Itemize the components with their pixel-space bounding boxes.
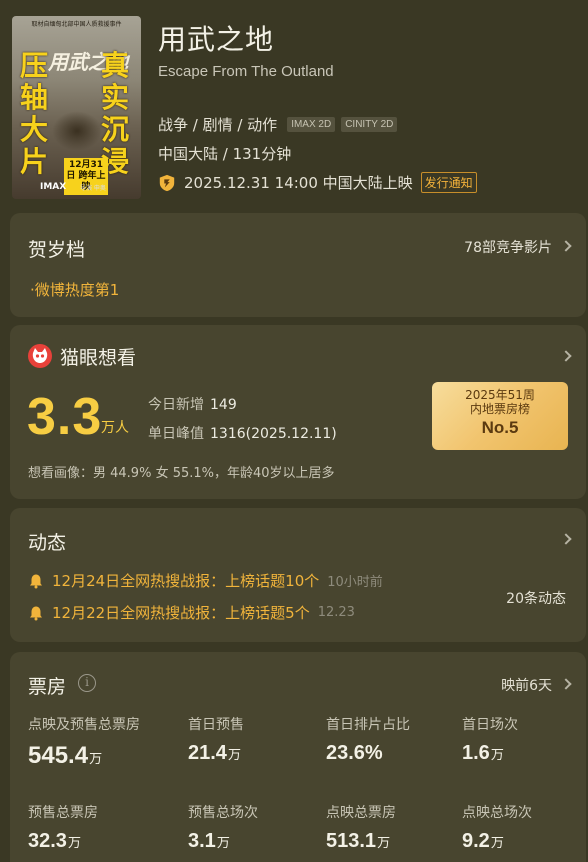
stat-number: 545.4: [28, 742, 89, 769]
genre-text: 战争 / 剧情 / 动作: [158, 116, 278, 134]
stat-value: 9.2万: [462, 830, 532, 853]
boxoffice-rank-badge[interactable]: 2025年51周 内地票房榜 No.5: [432, 382, 568, 450]
want-unit: 万人: [101, 420, 129, 436]
news-text: 12月24日全网热搜战报：上榜话题10个: [52, 572, 320, 590]
holiday-title: 贺岁档: [28, 239, 86, 261]
format-tag-imax: IMAX 2D: [287, 117, 336, 132]
maoyan-title: 猫眼想看: [60, 347, 137, 369]
stat-unit: 万: [227, 748, 241, 763]
news-time: 12.23: [317, 605, 355, 620]
stat-unit: 万: [216, 836, 230, 851]
poster-credit: 导演 申奥: [80, 185, 106, 192]
daily-peak-row: 单日峰值 1316(2025.12.11): [148, 423, 337, 443]
weibo-rank: ·微博热度第1: [30, 281, 120, 299]
stat-presale-total: 预售总票房 32.3万: [28, 802, 98, 853]
movie-title: 用武之地: [158, 23, 275, 56]
stat-value: 23.6%: [326, 742, 410, 765]
stat-number: 1.6: [462, 742, 490, 764]
stat-label: 首日排片占比: [326, 717, 410, 733]
movie-header: 取材自缅甸北部中国人质救援事件 用武之地 压轴大片 真实沉浸 12月31日 跨年…: [0, 0, 588, 208]
stat-label: 预售总票房: [28, 805, 98, 821]
stat-label: 首日场次: [462, 717, 518, 733]
stat-label: 点映及预售总票房: [28, 717, 140, 733]
stat-label: 点映总票房: [326, 805, 396, 821]
dynamics-title: 动态: [28, 532, 67, 554]
stat-total-presale: 点映及预售总票房 545.4万: [28, 714, 140, 770]
news-time: 10小时前: [327, 575, 383, 590]
chevron-right-icon: [560, 350, 572, 362]
poster-top-text: 取材自缅甸北部中国人质救援事件: [31, 21, 122, 28]
days-before-link[interactable]: 映前6天: [501, 675, 552, 695]
want-count: 3.3: [27, 388, 103, 446]
stat-number: 513.1: [326, 830, 377, 852]
badge-rank: No.5: [481, 418, 519, 437]
chevron-right-icon: [560, 533, 572, 545]
boxoffice-card[interactable]: 票房 i 映前6天 点映及预售总票房 545.4万 首日预售 21.4万 首日排…: [10, 652, 586, 862]
bell-icon: [30, 606, 42, 620]
holiday-card[interactable]: 贺岁档 78部竞争影片 ·微博热度第1: [10, 213, 586, 317]
stat-number: 21.4: [188, 742, 227, 764]
stat-first-day-presale: 首日预售 21.4万: [188, 714, 244, 765]
chevron-right-icon: [560, 678, 572, 690]
boxoffice-title: 票房: [28, 676, 67, 698]
format-tag-cinity: CINITY 2D: [341, 117, 398, 132]
release-text: 2025.12.31 14:00 中国大陆上映: [184, 174, 413, 192]
stat-number: 9.2: [462, 830, 490, 852]
stat-value: 513.1万: [326, 830, 396, 853]
poster-artwork: [52, 111, 102, 151]
movie-release: 2025.12.31 14:00 中国大陆上映 发行通知: [158, 172, 477, 193]
stat-value: 3.1万: [188, 830, 258, 853]
shield-icon: [159, 174, 175, 191]
stat-unit: 万: [490, 748, 504, 763]
stat-preview-shows: 点映总场次 9.2万: [462, 802, 532, 853]
today-new-value: 149: [210, 397, 237, 413]
stat-first-day-shows: 首日场次 1.6万: [462, 714, 518, 765]
badge-week: 2025年51周: [465, 388, 535, 402]
bell-icon: [30, 574, 42, 588]
today-new-label: 今日新增: [148, 397, 204, 413]
stat-unit: 万: [67, 836, 81, 851]
today-new-row: 今日新增 149: [148, 394, 237, 414]
movie-poster[interactable]: 取材自缅甸北部中国人质救援事件 用武之地 压轴大片 真实沉浸 12月31日 跨年…: [12, 16, 141, 199]
stat-label: 点映总场次: [462, 805, 532, 821]
news-text: 12月22日全网热搜战报：上榜话题5个: [52, 604, 310, 622]
daily-peak-label: 单日峰值: [148, 426, 204, 442]
maoyan-want-card[interactable]: 猫眼想看 3.3 万人 今日新增 149 单日峰值 1316(2025.12.11)…: [10, 325, 586, 499]
dynamics-count[interactable]: 20条动态: [506, 588, 566, 608]
stat-presale-shows: 预售总场次 3.1万: [188, 802, 258, 853]
stat-preview-total: 点映总票房 513.1万: [326, 802, 396, 853]
stat-unit: 万: [89, 752, 103, 767]
stat-first-day-share: 首日排片占比 23.6%: [326, 714, 410, 765]
release-notify-button[interactable]: 发行通知: [420, 172, 477, 193]
stat-value: 1.6万: [462, 742, 518, 765]
stat-label: 首日预售: [188, 717, 244, 733]
stat-number: 3.1: [188, 830, 216, 852]
stat-number: 32.3: [28, 830, 67, 852]
stat-value: 545.4万: [28, 742, 140, 770]
stat-value: 32.3万: [28, 830, 98, 853]
competitors-link[interactable]: 78部竞争影片: [464, 237, 552, 257]
poster-imax-logo: IMAX: [40, 182, 67, 192]
movie-region-duration: 中国大陆 / 131分钟: [158, 145, 292, 163]
audience-portrait: 想看画像：男 44.9% 女 55.1%，年龄40岁以上居多: [28, 466, 335, 481]
dynamics-card[interactable]: 动态 12月24日全网热搜战报：上榜话题10个 10小时前 12月22日全网热搜…: [10, 508, 586, 642]
stat-number: 23.6%: [326, 742, 383, 764]
chevron-right-icon: [560, 240, 572, 252]
stat-unit: 万: [377, 836, 391, 851]
news-item[interactable]: 12月22日全网热搜战报：上榜话题5个 12.23: [28, 602, 355, 623]
stat-unit: 万: [490, 836, 504, 851]
movie-genres: 战争 / 剧情 / 动作 IMAX 2D CINITY 2D: [158, 114, 398, 135]
info-icon[interactable]: i: [78, 674, 96, 692]
maoyan-cat-icon: [28, 344, 52, 368]
news-item[interactable]: 12月24日全网热搜战报：上榜话题10个 10小时前: [28, 570, 383, 591]
badge-list: 内地票房榜: [469, 402, 530, 416]
stat-value: 21.4万: [188, 742, 244, 765]
daily-peak-value: 1316(2025.12.11): [210, 426, 337, 442]
poster-left-slogan: 压轴大片: [20, 49, 49, 178]
stat-label: 预售总场次: [188, 805, 258, 821]
movie-subtitle: Escape From The Outland: [158, 63, 334, 80]
